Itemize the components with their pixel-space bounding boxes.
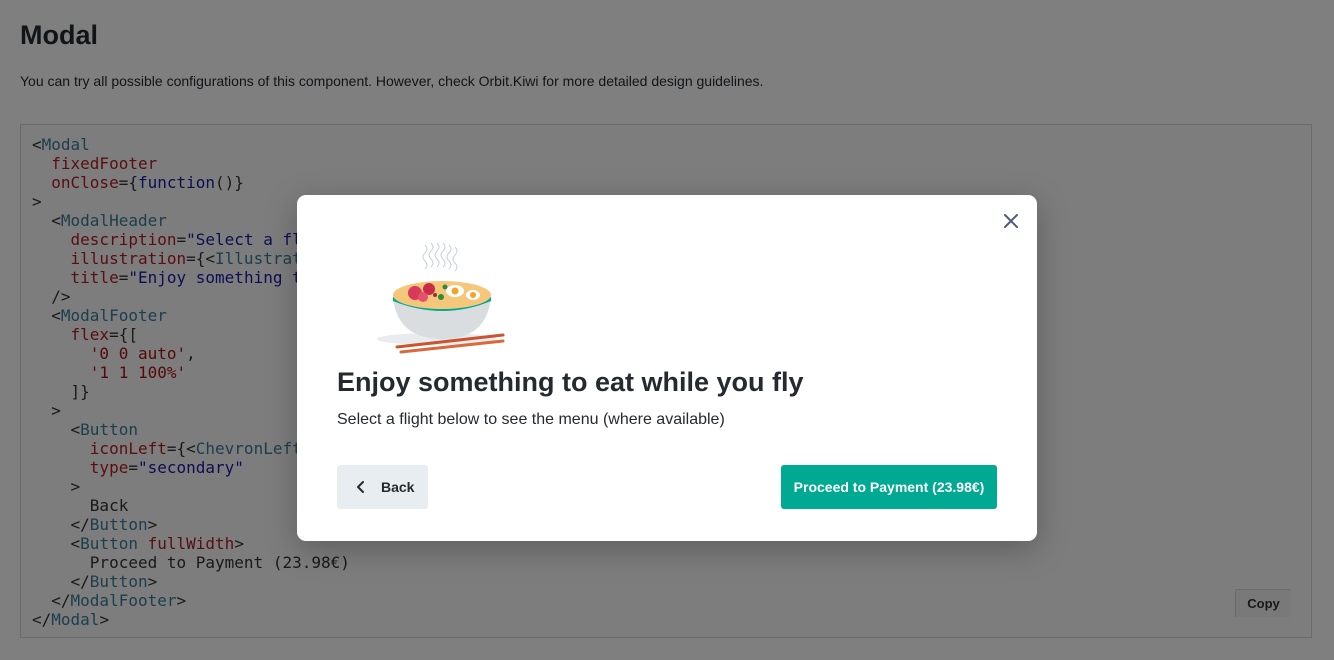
back-button-label: Back — [381, 479, 415, 495]
close-icon[interactable] — [997, 207, 1025, 235]
back-button[interactable]: Back — [337, 465, 428, 509]
steam-icon — [422, 242, 458, 272]
proceed-to-payment-button[interactable]: Proceed to Payment (23.98€) — [781, 465, 997, 509]
chevron-left-icon — [357, 481, 364, 493]
meal-illustration — [377, 242, 505, 354]
modal: Enjoy something to eat while you fly Sel… — [297, 195, 1037, 541]
modal-title: Enjoy something to eat while you fly — [337, 367, 804, 397]
modal-description: Select a flight below to see the menu (w… — [337, 411, 725, 428]
